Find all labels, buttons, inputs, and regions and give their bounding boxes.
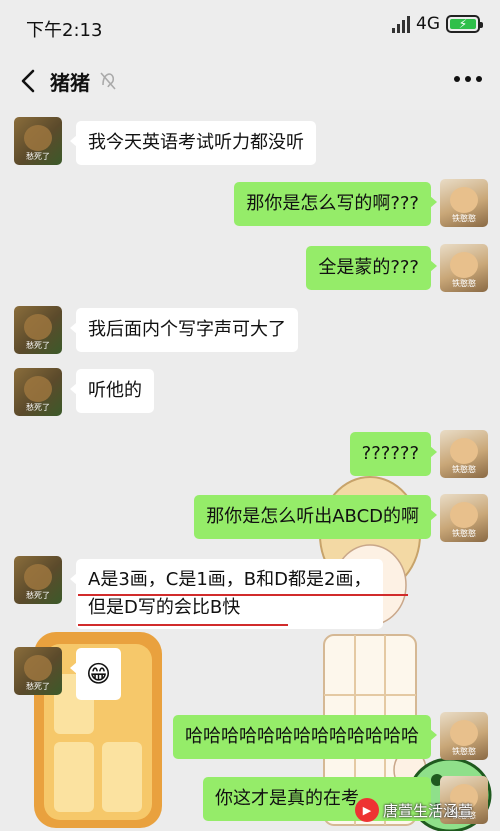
message-bubble[interactable]: 我今天英语考试听力都没听 <box>70 121 316 165</box>
back-icon[interactable] <box>14 66 44 96</box>
message-text-line1: A是3画，C是1画，B和D都是2画， <box>88 569 372 590</box>
friend-avatar[interactable]: 愁死了 <box>14 306 62 354</box>
red-underline <box>78 624 288 626</box>
message-text: 我今天英语考试听力都没听 <box>88 132 304 153</box>
friend-avatar-caption: 愁死了 <box>26 591 50 600</box>
message-text: 我后面内个写字声可大了 <box>88 319 286 340</box>
signal-icon <box>392 15 410 33</box>
chat-area[interactable]: 愁死了 我今天英语考试听力都没听 铁憨憨 那你是怎么写的啊??? 铁憨憨 全是蒙… <box>0 110 500 831</box>
emoji-bubble[interactable]: 😁 <box>69 648 122 700</box>
message-text: 哈哈哈哈哈哈哈哈哈哈哈哈哈 <box>185 726 419 747</box>
message-bubble[interactable]: 哈哈哈哈哈哈哈哈哈哈哈哈哈 <box>173 715 437 759</box>
my-avatar-caption: 铁憨憨 <box>452 214 476 223</box>
status-bar: 下午2:13 4G ⚡ <box>0 0 500 54</box>
message-bubble[interactable]: ?????? <box>349 432 438 476</box>
my-avatar-caption: 铁憨憨 <box>452 747 476 756</box>
chat-title: 猪猪 <box>50 71 90 95</box>
battery-icon: ⚡ <box>446 15 483 33</box>
my-avatar-caption: 铁憨憨 <box>452 529 476 538</box>
status-icons: 4G ⚡ <box>392 14 483 34</box>
more-icon[interactable] <box>454 76 482 82</box>
my-avatar-caption: 铁憨憨 <box>452 279 476 288</box>
message-bubble[interactable]: 听他的 <box>70 369 154 413</box>
friend-avatar[interactable]: 愁死了 <box>14 117 62 165</box>
message-bubble[interactable]: 全是蒙的??? <box>306 246 437 290</box>
grin-emoji-icon: 😁 <box>86 660 112 688</box>
chat-header: 猪猪 <box>0 54 500 110</box>
message-text: 听他的 <box>88 380 142 401</box>
network-label: 4G <box>416 14 440 34</box>
message-bubble[interactable]: 那你是怎么听出ABCD的啊 <box>194 495 437 539</box>
my-avatar[interactable]: 铁憨憨 <box>440 494 488 542</box>
message-text: 全是蒙的??? <box>318 257 419 278</box>
watermark-logo-icon: ▶ <box>355 798 379 822</box>
red-underline <box>78 594 408 596</box>
friend-avatar[interactable]: 愁死了 <box>14 556 62 604</box>
message-text: 那你是怎么写的啊??? <box>246 193 419 214</box>
my-avatar[interactable]: 铁憨憨 <box>440 244 488 292</box>
friend-avatar[interactable]: 愁死了 <box>14 647 62 695</box>
message-bubble[interactable]: A是3画，C是1画，B和D都是2画， 但是D写的会比B快 <box>69 559 408 629</box>
friend-avatar-caption: 愁死了 <box>26 403 50 412</box>
message-text: 那你是怎么听出ABCD的啊 <box>206 506 419 527</box>
mute-icon <box>100 72 116 90</box>
my-avatar[interactable]: 铁憨憨 <box>440 179 488 227</box>
message-bubble[interactable]: 那你是怎么写的啊??? <box>234 182 437 226</box>
friend-avatar-caption: 愁死了 <box>26 341 50 350</box>
status-time: 下午2:13 <box>26 20 103 41</box>
message-bubble[interactable]: 我后面内个写字声可大了 <box>70 308 298 352</box>
watermark-text: 唐萱生活涵萱 <box>383 801 474 820</box>
friend-avatar-caption: 愁死了 <box>26 682 50 691</box>
message-text: ?????? <box>361 443 419 464</box>
my-avatar[interactable]: 铁憨憨 <box>440 712 488 760</box>
friend-avatar-caption: 愁死了 <box>26 152 50 161</box>
message-text-line2: 但是D写的会比B快 <box>88 597 241 618</box>
watermark: ▶ 唐萱生活涵萱 <box>355 798 473 822</box>
my-avatar-caption: 铁憨憨 <box>452 465 476 474</box>
friend-avatar[interactable]: 愁死了 <box>14 368 62 416</box>
my-avatar[interactable]: 铁憨憨 <box>440 430 488 478</box>
